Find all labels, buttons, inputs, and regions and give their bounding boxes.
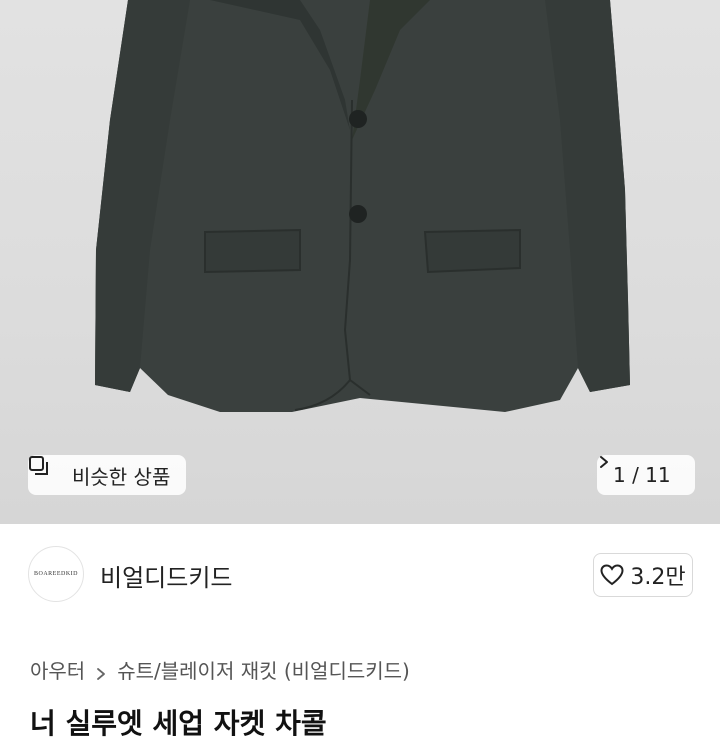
product-image-gallery[interactable]: 비슷한 상품 1 / 11 bbox=[0, 0, 720, 524]
like-count: 3.2만 bbox=[630, 565, 686, 590]
similar-items-button[interactable]: 비슷한 상품 bbox=[28, 455, 186, 495]
similar-items-label: 비슷한 상품 bbox=[72, 464, 171, 489]
like-button[interactable]: 3.2만 bbox=[593, 553, 693, 597]
image-counter: 1 / 11 bbox=[613, 463, 671, 487]
heart-outline-icon bbox=[600, 564, 624, 586]
chevron-right-icon bbox=[95, 662, 107, 680]
similar-items-icon bbox=[29, 456, 64, 486]
product-title: 너 실루엣 세업 자켓 차콜 bbox=[30, 707, 327, 740]
product-photo-jacket bbox=[95, 0, 630, 412]
image-counter-button[interactable]: 1 / 11 bbox=[597, 455, 695, 495]
breadcrumb: 아우터 슈트/블레이저 재킷 (비얼디드키드) bbox=[30, 655, 410, 683]
seller-avatar[interactable]: BOAREEDKID bbox=[28, 546, 84, 602]
chevron-right-icon bbox=[600, 456, 685, 482]
breadcrumb-item-outer[interactable]: 아우터 bbox=[30, 655, 85, 684]
seller-name[interactable]: 비얼디드키드 bbox=[100, 558, 232, 593]
seller-logo: BOAREEDKID bbox=[34, 571, 78, 577]
breadcrumb-item-category[interactable]: 슈트/블레이저 재킷 (비얼디드키드) bbox=[117, 655, 410, 684]
